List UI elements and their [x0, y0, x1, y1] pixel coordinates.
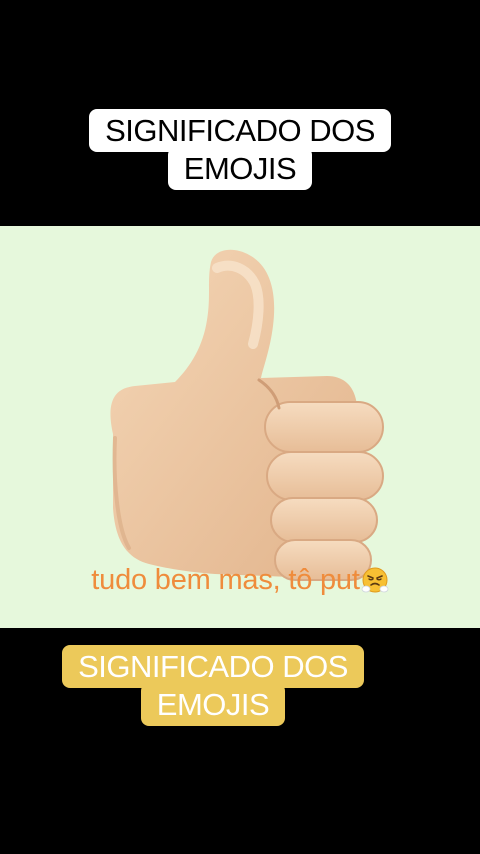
- bottom-caption-label: SIGNIFICADO DOS EMOJIS: [62, 645, 364, 726]
- subtitle-text: tudo bem mas, tô put: [91, 564, 360, 596]
- top-caption-line2: EMOJIS: [183, 151, 297, 186]
- bottom-caption: SIGNIFICADO DOS EMOJIS: [48, 645, 378, 726]
- thumbs-up-icon: [110, 249, 384, 581]
- face-with-steam-from-nose-icon: [361, 567, 389, 593]
- emoji-panel: tudo bem mas, tô put: [0, 226, 480, 628]
- top-caption-label: SIGNIFICADO DOS EMOJIS: [89, 109, 391, 190]
- subtitle-caption: tudo bem mas, tô put: [0, 562, 480, 598]
- top-caption: SIGNIFICADO DOS EMOJIS: [0, 109, 480, 190]
- bottom-caption-line1: SIGNIFICADO DOS: [78, 649, 348, 684]
- top-caption-line1: SIGNIFICADO DOS: [105, 113, 375, 148]
- video-frame: SIGNIFICADO DOS EMOJIS tudo bem mas, tô …: [0, 0, 480, 854]
- bottom-caption-line2: EMOJIS: [156, 687, 270, 722]
